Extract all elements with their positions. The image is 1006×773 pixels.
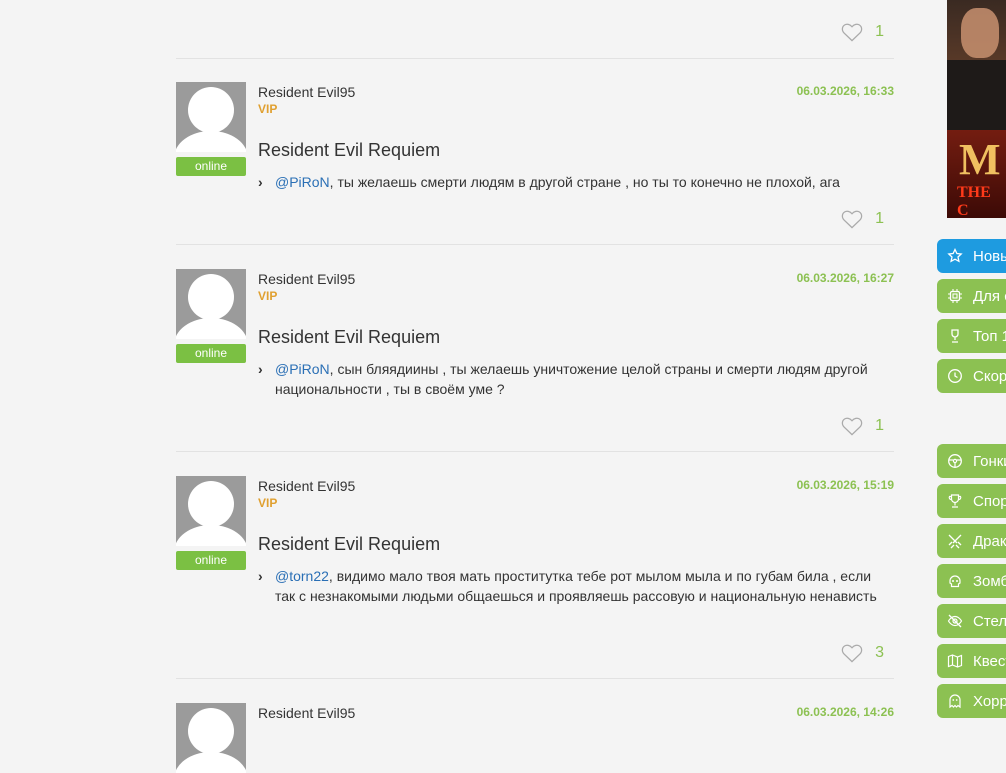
category-top[interactable]: Топ 1 [937,319,1006,353]
heart-icon[interactable] [841,209,863,229]
game-title[interactable]: Resident Evil Requiem [258,140,440,161]
chevron-right-icon: › [258,568,263,584]
category-racing[interactable]: Гонки [937,444,1006,478]
online-badge: online [176,344,246,363]
poster-title: M [959,135,1001,184]
category-fighting[interactable]: Драка [937,524,1006,558]
game-title[interactable]: Resident Evil Requiem [258,534,440,555]
avatar[interactable] [176,476,246,546]
category-zombie[interactable]: Зомби [937,564,1006,598]
map-icon [947,654,963,668]
category-new[interactable]: Новые [937,239,1006,273]
category-for-pc[interactable]: Для с [937,279,1006,313]
chevron-right-icon: › [258,174,263,190]
category-quests[interactable]: Квесты [937,644,1006,678]
author-name[interactable]: Resident Evil95 [258,271,355,287]
comment-text: @PiRoN, сын бляядиины , ты желаешь уничт… [275,361,868,397]
chevron-right-icon: › [258,361,263,377]
like-count: 3 [875,644,884,661]
heart-icon[interactable] [841,416,863,436]
author-name[interactable]: Resident Evil95 [258,478,355,494]
trophy-icon [951,329,959,343]
comment-item: online Resident Evil95 VIP 06.03.2026, 1… [176,476,894,679]
avatar[interactable] [176,82,246,152]
clock-icon [948,369,962,383]
heart-icon[interactable] [841,643,863,663]
comment-text: @PiRoN, ты желаешь смерти людям в другой… [275,174,840,190]
star-icon [947,248,963,263]
like-control[interactable]: 1 [841,22,884,42]
chip-icon [948,289,962,303]
comment-date: 06.03.2026, 15:19 [796,478,894,492]
vip-badge: VIP [258,102,278,116]
ghost-icon [949,694,961,709]
game-poster[interactable]: M THE C [947,0,1006,218]
comment-item: Resident Evil95 06.03.2026, 14:26 [176,703,894,773]
vip-badge: VIP [258,496,278,510]
like-control[interactable]: 1 [841,209,884,229]
comment-date: 06.03.2026, 16:27 [796,271,894,285]
previous-comment-footer: 1 [176,0,894,59]
like-count: 1 [875,23,884,40]
avatar[interactable] [176,269,246,339]
user-mention[interactable]: @PiRoN [275,361,330,377]
like-count: 1 [875,417,884,434]
comment-date: 06.03.2026, 16:33 [796,84,894,98]
user-mention[interactable]: @torn22 [275,568,329,584]
heart-icon[interactable] [841,22,863,42]
steering-wheel-icon [948,454,962,468]
category-stealth[interactable]: Стелс [937,604,1006,638]
poster-subtitle: THE C [957,184,991,218]
skull-icon [949,575,961,588]
comment-text: @torn22, видимо мало твоя мать проститут… [275,568,877,604]
category-soon[interactable]: Скоро [937,359,1006,393]
game-title[interactable]: Resident Evil Requiem [258,327,440,348]
online-badge: online [176,157,246,176]
user-mention[interactable]: @PiRoN [275,174,330,190]
swords-icon [948,534,962,549]
category-horror[interactable]: Хорро [937,684,1006,718]
like-control[interactable]: 1 [841,416,884,436]
author-name[interactable]: Resident Evil95 [258,84,355,100]
like-control[interactable]: 3 [841,643,884,663]
avatar[interactable] [176,703,246,773]
comment-date: 06.03.2026, 14:26 [796,705,894,719]
category-sport[interactable]: Спорт [937,484,1006,518]
online-badge: online [176,551,246,570]
cup-icon [948,494,962,508]
eye-off-icon [947,614,963,628]
comment-item: online Resident Evil95 VIP 06.03.2026, 1… [176,82,894,245]
like-count: 1 [875,210,884,227]
vip-badge: VIP [258,289,278,303]
comment-item: online Resident Evil95 VIP 06.03.2026, 1… [176,269,894,452]
